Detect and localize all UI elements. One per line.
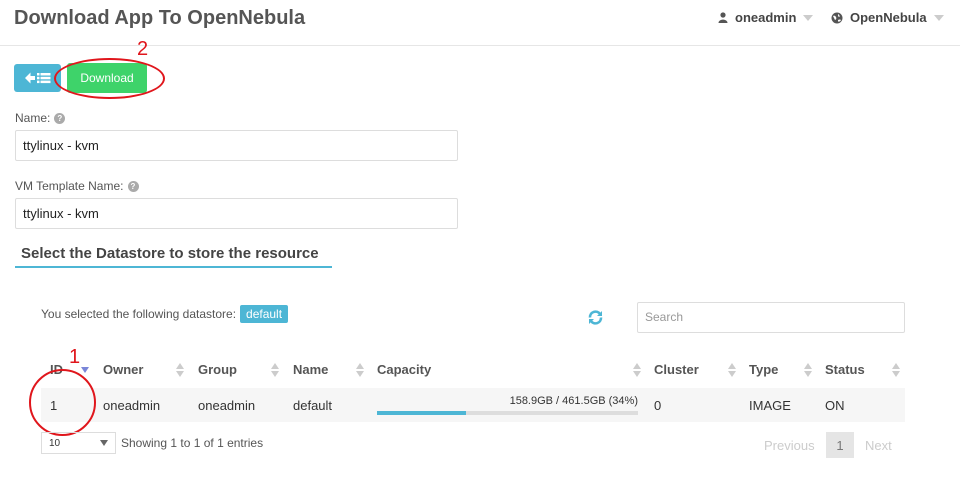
- sort-icon[interactable]: [892, 363, 900, 377]
- entries-info: Showing 1 to 1 of 1 entries: [121, 436, 264, 450]
- chevron-down-icon: [933, 14, 944, 21]
- user-icon: [718, 12, 728, 23]
- column-status[interactable]: Status: [825, 362, 865, 377]
- template-name-input[interactable]: ttylinux - kvm: [15, 198, 458, 229]
- page-length-select[interactable]: 10: [41, 432, 116, 454]
- template-name-label: VM Template Name: ?: [15, 179, 139, 193]
- chevron-down-icon: [100, 440, 108, 446]
- cell-capacity: 158.9GB / 461.5GB (34%): [509, 395, 638, 407]
- column-name[interactable]: Name: [293, 362, 328, 377]
- cell-status: ON: [825, 398, 845, 413]
- sort-icon[interactable]: [271, 363, 279, 377]
- globe-icon: [831, 12, 843, 24]
- sort-icon[interactable]: [356, 363, 364, 377]
- column-capacity[interactable]: Capacity: [377, 362, 431, 377]
- sort-icon[interactable]: [176, 363, 184, 377]
- zone-menu[interactable]: OpenNebula: [831, 10, 944, 25]
- table-row[interactable]: 1 oneadmin oneadmin default 158.9GB / 46…: [41, 388, 905, 422]
- page-title: Download App To OpenNebula: [14, 7, 306, 29]
- refresh-icon[interactable]: [587, 309, 604, 331]
- name-input[interactable]: ttylinux - kvm: [15, 130, 458, 161]
- table-header: ID Owner Group Name Capacity Cluster Typ…: [41, 357, 905, 383]
- capacity-bar: [377, 411, 638, 415]
- column-owner[interactable]: Owner: [103, 362, 143, 377]
- sort-icon[interactable]: [804, 363, 812, 377]
- datastore-selection-info: You selected the following datastore: de…: [41, 305, 289, 323]
- column-cluster[interactable]: Cluster: [654, 362, 699, 377]
- capacity-bar-fill: [377, 411, 466, 415]
- column-type[interactable]: Type: [749, 362, 778, 377]
- column-group[interactable]: Group: [198, 362, 237, 377]
- pagination-previous[interactable]: Previous: [764, 438, 815, 453]
- back-list-icon: [24, 72, 50, 84]
- annotation-number-1: 1: [69, 346, 81, 368]
- cell-type: IMAGE: [749, 398, 791, 413]
- search-input[interactable]: Search: [637, 302, 905, 333]
- cell-owner: oneadmin: [103, 398, 161, 413]
- cell-group: oneadmin: [198, 398, 256, 413]
- cell-name: default: [293, 398, 333, 413]
- pagination-page[interactable]: 1: [826, 432, 854, 458]
- sort-icon[interactable]: [633, 363, 641, 377]
- selected-datastore-badge: default: [240, 305, 289, 323]
- datastore-section-title: Select the Datastore to store the resour…: [15, 241, 332, 268]
- pagination-next[interactable]: Next: [865, 438, 892, 453]
- help-icon[interactable]: ?: [127, 180, 139, 192]
- name-label: Name: ?: [15, 111, 66, 125]
- zone-name: OpenNebula: [850, 10, 927, 25]
- annotation-ellipse-download: [54, 58, 165, 99]
- help-icon[interactable]: ?: [54, 112, 66, 124]
- chevron-down-icon: [803, 14, 814, 21]
- annotation-circle-row: [29, 369, 96, 436]
- annotation-number-2: 2: [137, 38, 149, 60]
- sort-icon[interactable]: [728, 363, 736, 377]
- user-name: oneadmin: [735, 10, 797, 25]
- user-menu[interactable]: oneadmin: [718, 10, 814, 25]
- cell-cluster: 0: [654, 398, 662, 413]
